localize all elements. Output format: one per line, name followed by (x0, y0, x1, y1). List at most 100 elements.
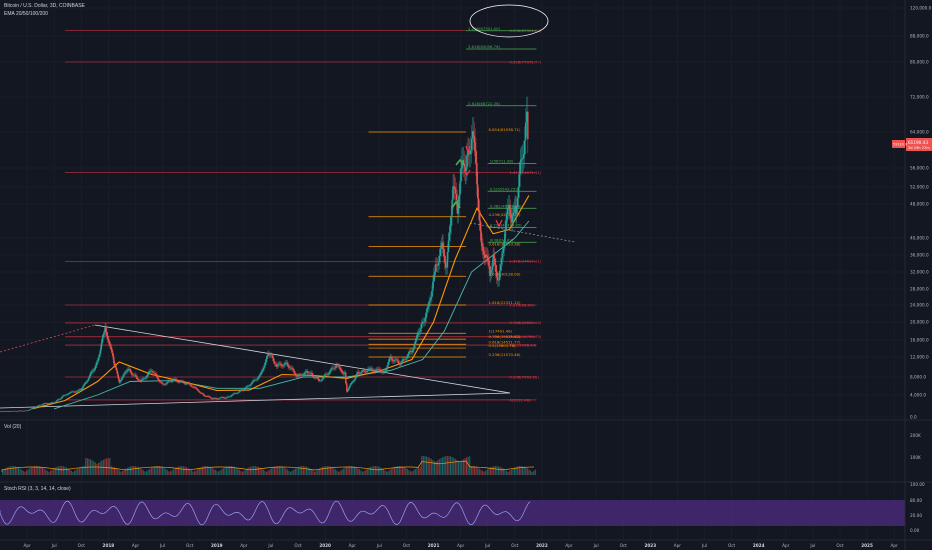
candle-body (488, 261, 490, 266)
candle-body (294, 373, 297, 376)
stoch-tick-label: 100.00 (910, 482, 925, 487)
candle-body (270, 355, 273, 356)
candle-body (498, 270, 501, 281)
ema-legend[interactable]: EMA 20/50/100/200 (4, 11, 48, 17)
candle-body (171, 381, 174, 382)
stoch-legend[interactable]: Stoch RSI (3, 3, 14, 14, close) (4, 486, 71, 492)
volume-bar (418, 467, 420, 475)
candle-body (454, 189, 457, 194)
candle-body (29, 409, 31, 411)
candle-body (328, 373, 330, 375)
volume-bar (235, 467, 237, 475)
candle-body (61, 396, 64, 398)
candle-body (313, 376, 315, 378)
candle-body (433, 274, 435, 282)
volume-bar (195, 470, 197, 475)
volume-bar (296, 467, 298, 475)
candle-body (322, 377, 325, 379)
candle-body (439, 248, 442, 256)
volume-bar (266, 471, 268, 475)
candle-body (312, 375, 314, 377)
volume-bar (77, 468, 79, 475)
candle-body (226, 397, 228, 398)
price-chart[interactable]: 4.236(87301.00) 3.618(77071.77) 1.618(5467… (0, 0, 932, 550)
candle-body (203, 393, 205, 396)
candle-body (446, 252, 449, 268)
volume-bar (354, 466, 356, 475)
candle-body (94, 368, 96, 370)
candle-body (164, 384, 166, 385)
volume-bar (250, 466, 252, 475)
candle-body (265, 358, 267, 363)
red-fib-label: 0.786(19600.16) (509, 320, 541, 325)
time-tick-label: 2019 (211, 543, 223, 548)
volume-bar (488, 468, 490, 475)
volume-bar (402, 466, 404, 475)
candle-body (117, 374, 120, 379)
candle-body (429, 299, 431, 302)
volume-bar (45, 469, 47, 475)
fib-label: 2.618(30128.09) (489, 271, 521, 276)
volume-bar (438, 459, 440, 475)
candle-body (109, 344, 112, 347)
candle-body (311, 373, 313, 376)
time-tick-label: Oct (620, 543, 628, 548)
volume-bar (299, 466, 301, 475)
candle-body (268, 353, 270, 355)
candle-body (493, 255, 495, 259)
candle-body (264, 362, 267, 366)
volume-bar (182, 466, 184, 475)
volume-bar (496, 466, 498, 475)
volume-bar (130, 466, 132, 475)
candle-body (190, 385, 193, 387)
price-tick-label: 56,000.0 (910, 166, 929, 171)
volume-bar (184, 466, 186, 475)
candle-body (310, 372, 313, 374)
candle-body (231, 394, 233, 396)
candle-body (424, 317, 426, 322)
time-tick-label: 2018 (103, 543, 115, 548)
volume-bar (142, 470, 144, 475)
candle-body (262, 369, 264, 372)
candle-body (113, 356, 115, 364)
candle-body (375, 370, 377, 371)
volume-bar (198, 468, 200, 475)
candle-body (232, 393, 234, 395)
volume-bar (290, 471, 292, 475)
volume-bar (166, 470, 168, 475)
symbol-title[interactable]: Bitcoin / U.S. Dollar, 3D, COINBASE (4, 3, 85, 9)
volume-bar (115, 468, 117, 475)
candle-body (282, 365, 285, 367)
price-tick-label: 28,000.0 (910, 287, 929, 292)
time-tick-label: Oct (403, 543, 411, 548)
volume-bar (91, 460, 93, 475)
volume-legend[interactable]: Vol (20) (4, 424, 21, 430)
volume-bar (472, 466, 474, 475)
volume-bar (86, 458, 88, 475)
candle-body (501, 253, 504, 259)
volume-bar (504, 469, 506, 475)
volume-bar (485, 470, 487, 475)
volume-bar (123, 469, 125, 475)
candle-body (496, 277, 499, 281)
candle-body (248, 385, 250, 387)
volume-bar (40, 466, 42, 475)
candle-body (360, 372, 363, 374)
candle-body (402, 359, 404, 361)
candle-body (67, 393, 69, 395)
candle-body (371, 369, 374, 371)
candle-body (392, 360, 394, 362)
candle-body (480, 231, 482, 243)
time-tick-label: Apr (674, 543, 682, 548)
stoch-tick-label: 20.00 (910, 513, 922, 518)
volume-bar (294, 468, 296, 475)
candle-body (165, 383, 167, 385)
volume-bar (11, 466, 13, 475)
price-tick-label: 12,000.0 (910, 355, 929, 360)
volume-bar (483, 471, 485, 475)
candle-body (209, 396, 211, 398)
candle-body (483, 250, 485, 255)
candle-body (121, 376, 124, 379)
volume-bar (213, 468, 215, 475)
candle-body (34, 407, 36, 409)
